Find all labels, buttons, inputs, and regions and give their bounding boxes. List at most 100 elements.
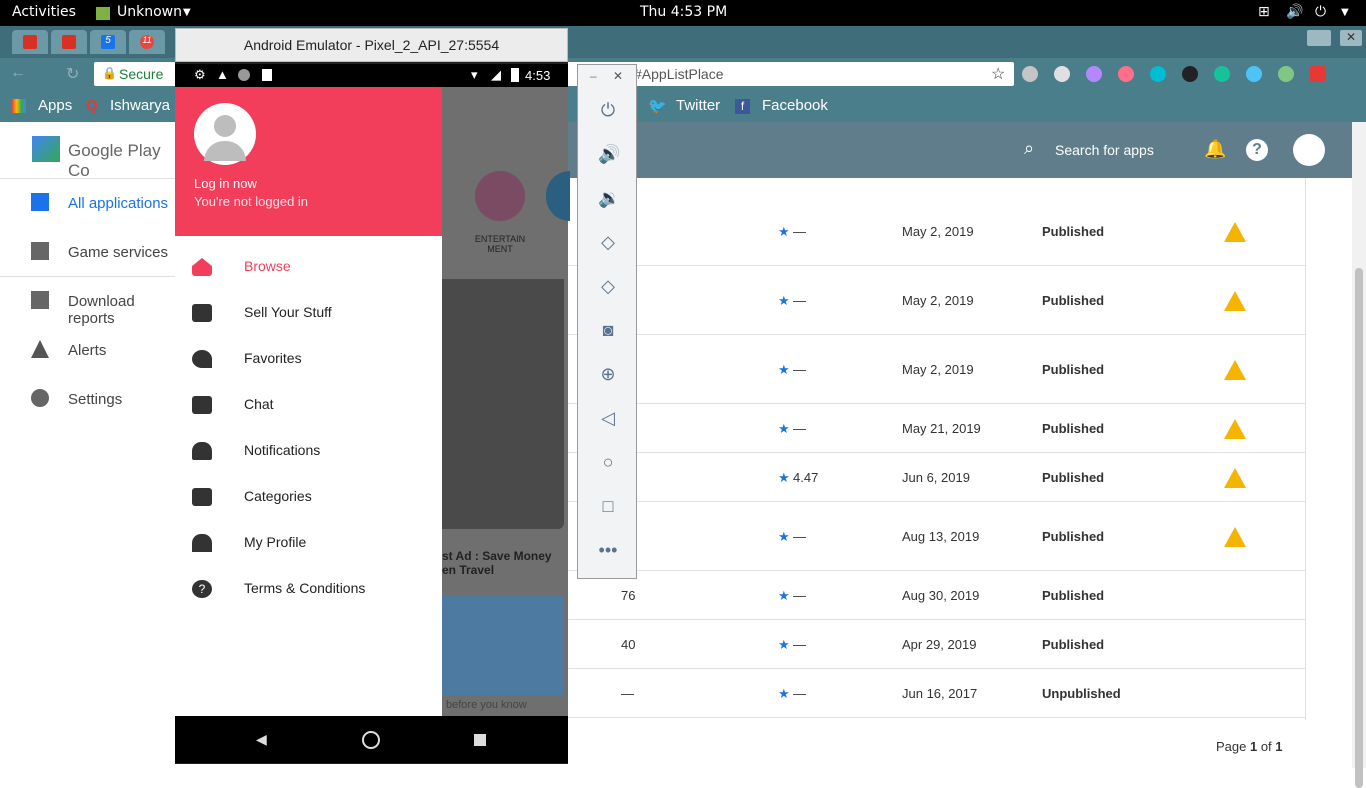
- drawer-item-sell[interactable]: Sell Your Stuff: [175, 293, 442, 333]
- extension-icon[interactable]: [1246, 66, 1262, 82]
- listing-image[interactable]: [442, 279, 564, 529]
- app-icon: [96, 7, 110, 20]
- more-icon[interactable]: •••: [598, 540, 618, 560]
- reload-icon[interactable]: ↻: [66, 64, 79, 84]
- warning-icon[interactable]: [1224, 468, 1246, 488]
- star-icon: ★: [778, 362, 790, 377]
- extension-icon[interactable]: [1054, 66, 1070, 82]
- rating-cell: —: [793, 293, 806, 308]
- rating-cell: 4.47: [793, 470, 819, 485]
- bookmark-apps[interactable]: Apps: [38, 97, 72, 114]
- login-link[interactable]: Log in now: [194, 176, 257, 191]
- grammarly-icon[interactable]: [1214, 66, 1230, 82]
- close-icon[interactable]: ✕: [1340, 30, 1362, 46]
- close-icon[interactable]: ✕: [613, 69, 623, 83]
- grammarly-icon[interactable]: [1150, 66, 1166, 82]
- gear-icon: [31, 389, 49, 407]
- browser-tab[interactable]: [51, 30, 87, 54]
- minimize-icon[interactable]: –: [590, 69, 597, 83]
- bookmark-twitter[interactable]: Twitter: [676, 97, 720, 114]
- warning-icon[interactable]: [1224, 419, 1246, 439]
- rotate-left-icon[interactable]: ◇: [598, 232, 618, 252]
- drawer-item-terms[interactable]: ? Terms & Conditions: [175, 569, 442, 609]
- nav-alerts[interactable]: Alerts: [0, 330, 176, 370]
- volume-down-icon[interactable]: 🔉: [598, 188, 620, 208]
- power-icon[interactable]: ⏻: [598, 100, 618, 120]
- home-icon[interactable]: [362, 731, 380, 749]
- drawer-item-profile[interactable]: My Profile: [175, 523, 442, 563]
- overview-icon[interactable]: [474, 734, 486, 746]
- warning-icon[interactable]: [1224, 527, 1246, 547]
- system-top-bar: Activities Unknown ▼ Thu 4:53 PM ⊞ 🔊 ⏻ ▼: [0, 0, 1366, 26]
- rotate-right-icon[interactable]: ◇: [598, 276, 618, 296]
- table-row[interactable]: 40 ★ — Apr 29, 2019 Published: [568, 620, 1306, 669]
- avatar[interactable]: [1293, 134, 1325, 166]
- volume-icon[interactable]: 🔊: [1286, 4, 1303, 20]
- home-icon[interactable]: ○: [598, 452, 618, 472]
- table-row[interactable]: ★ — May 2, 2019 Published: [568, 335, 1306, 404]
- extension-icon[interactable]: [1310, 66, 1326, 82]
- table-row[interactable]: ★ — May 21, 2019 Published: [568, 404, 1306, 453]
- zoom-icon[interactable]: ⊕: [598, 364, 618, 384]
- scrollbar-thumb[interactable]: [1355, 268, 1363, 788]
- extension-icon[interactable]: [1278, 66, 1294, 82]
- nav-game-services[interactable]: Game services: [0, 232, 176, 272]
- table-row[interactable]: — ★ — Jun 16, 2017 Unpublished: [568, 669, 1306, 718]
- warning-icon[interactable]: [1224, 360, 1246, 380]
- extension-icon[interactable]: [1182, 66, 1198, 82]
- nav-all-applications[interactable]: All applications: [0, 183, 176, 223]
- table-row[interactable]: 76 ★ — Aug 30, 2019 Published: [568, 571, 1306, 620]
- network-icon[interactable]: ⊞: [1258, 4, 1270, 20]
- back-icon[interactable]: ◀: [256, 731, 267, 748]
- drawer-item-browse[interactable]: Browse: [175, 247, 442, 287]
- drawer-item-categories[interactable]: Categories: [175, 477, 442, 517]
- back-icon[interactable]: ←: [10, 64, 26, 82]
- scrollbar[interactable]: [1352, 122, 1366, 788]
- activities-button[interactable]: Activities: [12, 4, 76, 20]
- gamepad-icon: [31, 242, 49, 260]
- nav-settings[interactable]: Settings: [0, 379, 176, 419]
- star-icon: ★: [778, 224, 790, 239]
- search-apps-input[interactable]: Search for apps: [1055, 142, 1154, 158]
- table-row[interactable]: ★ — Aug 13, 2019 Published: [568, 502, 1306, 571]
- grid-icon: [192, 488, 212, 506]
- star-icon: ★: [778, 529, 790, 544]
- emulator-title-bar[interactable]: Android Emulator - Pixel_2_API_27:5554: [175, 28, 568, 62]
- bell-icon[interactable]: 🔔: [1204, 139, 1226, 160]
- ad-image[interactable]: [442, 595, 564, 695]
- browser-tab[interactable]: 11: [129, 30, 165, 54]
- category-icon[interactable]: [546, 171, 570, 221]
- volume-up-icon[interactable]: 🔊: [598, 144, 620, 164]
- back-icon[interactable]: ◁: [598, 408, 618, 428]
- drawer-item-chat[interactable]: Chat: [175, 385, 442, 425]
- bookmark-user[interactable]: Ishwarya: [110, 97, 170, 114]
- extension-icon[interactable]: [1022, 66, 1038, 82]
- extension-icon[interactable]: [1086, 66, 1102, 82]
- help-icon[interactable]: ?: [1246, 139, 1268, 161]
- table-row[interactable]: 1★4.47Jun 6, 2019Published: [568, 453, 1306, 502]
- warning-icon[interactable]: [1224, 222, 1246, 242]
- bookmark-facebook[interactable]: Facebook: [762, 97, 828, 114]
- power-icon[interactable]: ⏻: [1315, 4, 1326, 20]
- overview-icon[interactable]: □: [598, 496, 618, 516]
- app-menu[interactable]: Unknown: [117, 4, 182, 20]
- chevron-down-icon: ▼: [1341, 7, 1349, 18]
- star-icon[interactable]: ☆: [991, 64, 1005, 84]
- avatar-head: [214, 115, 236, 137]
- drawer-item-notifications[interactable]: Notifications: [175, 431, 442, 471]
- search-icon[interactable]: ⌕: [1024, 138, 1034, 159]
- category-headphones-icon[interactable]: [475, 171, 525, 221]
- avatar[interactable]: [194, 103, 256, 165]
- table-row[interactable]: ★ — May 2, 2019 Published: [568, 266, 1306, 335]
- extension-icon[interactable]: [1118, 66, 1134, 82]
- table-row[interactable]: ★ — May 2, 2019 Published: [568, 197, 1306, 266]
- profile-icon[interactable]: [1307, 30, 1331, 46]
- nav-download-reports[interactable]: Download reports: [0, 281, 176, 327]
- browser-tab[interactable]: 5: [90, 30, 126, 54]
- drawer-item-favorites[interactable]: Favorites: [175, 339, 442, 379]
- clock[interactable]: Thu 4:53 PM: [640, 4, 727, 20]
- sd-card-icon: [262, 69, 272, 81]
- browser-tab[interactable]: [12, 30, 48, 54]
- warning-icon[interactable]: [1224, 291, 1246, 311]
- camera-icon[interactable]: ◙: [598, 320, 618, 340]
